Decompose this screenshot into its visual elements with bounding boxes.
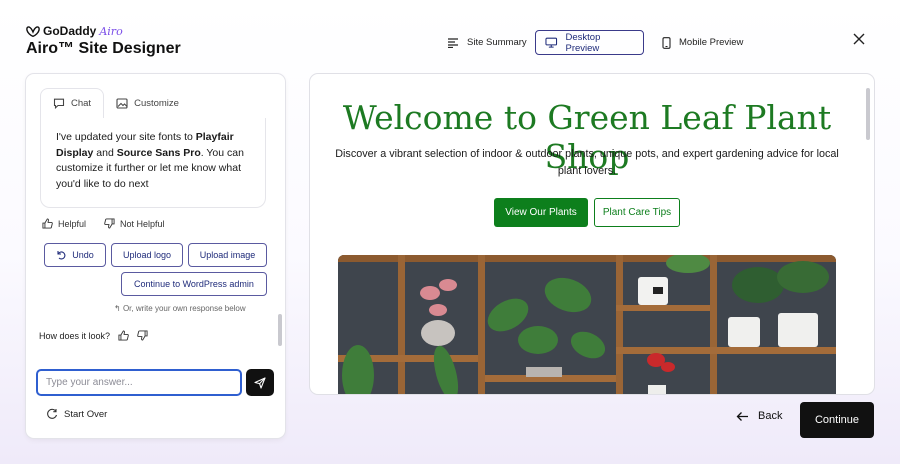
thumbs-up-icon <box>42 218 53 229</box>
refresh-icon <box>47 408 58 419</box>
hint-label: Or, write your own response below <box>122 304 246 313</box>
chat-tabs: Chat Customize <box>40 88 191 118</box>
hero-plant-shelf-image <box>338 255 836 394</box>
continue-wordpress-label: Continue to WordPress admin <box>134 279 254 289</box>
preview-scrollbar[interactable] <box>866 88 870 140</box>
godaddy-airo-logo: GoDaddy Airo <box>26 24 123 38</box>
rating-row: How does it look? <box>39 330 148 341</box>
continue-wordpress-button[interactable]: Continue to WordPress admin <box>121 272 267 296</box>
thumbs-down-icon[interactable] <box>137 330 148 341</box>
tab-customize[interactable]: Customize <box>104 88 191 118</box>
monitor-icon <box>545 37 558 48</box>
brand-product: Airo <box>99 24 123 38</box>
undo-icon <box>57 251 66 260</box>
godaddy-logo-icon <box>26 25 40 37</box>
brand-name: GoDaddy <box>43 24 97 38</box>
tab-chat-label: Chat <box>71 98 92 109</box>
send-button[interactable] <box>246 369 274 396</box>
close-icon <box>853 33 865 45</box>
back-label: Back <box>758 410 783 422</box>
arrow-left-icon <box>736 411 748 421</box>
upload-logo-label: Upload logo <box>122 250 172 260</box>
upload-image-label: Upload image <box>199 250 256 260</box>
desktop-preview-button[interactable]: Desktop Preview <box>535 30 644 55</box>
site-summary-label: Site Summary <box>467 37 527 48</box>
helpful-button[interactable]: Helpful <box>42 218 86 229</box>
chat-scrollbar[interactable] <box>278 314 282 346</box>
feedback-row: Helpful Not Helpful <box>42 218 165 229</box>
font-name-2: Source Sans Pro <box>116 146 201 159</box>
site-summary-button[interactable]: Site Summary <box>438 30 536 55</box>
tab-customize-label: Customize <box>134 97 179 109</box>
list-icon <box>448 37 458 48</box>
back-button[interactable]: Back <box>736 410 782 422</box>
thumbs-up-icon[interactable] <box>118 330 129 341</box>
thumbs-down-icon <box>104 218 115 229</box>
desktop-preview-frame: Welcome to Green Leaf Plant Shop Discove… <box>310 74 874 394</box>
message-text: and <box>93 146 117 159</box>
start-over-label: Start Over <box>64 408 108 420</box>
chat-bubble-icon <box>53 98 65 109</box>
helpful-label: Helpful <box>58 218 87 229</box>
start-over-button[interactable]: Start Over <box>46 408 107 420</box>
look-question: How does it look? <box>39 330 111 341</box>
not-helpful-label: Not Helpful <box>120 218 165 229</box>
mobile-preview-label: Mobile Preview <box>679 37 744 48</box>
mobile-preview-button[interactable]: Mobile Preview <box>653 30 752 55</box>
site-hero-subtitle: Discover a vibrant selection of indoor &… <box>335 148 839 177</box>
chat-panel: Chat Customize I've updated your site fo… <box>26 74 285 438</box>
continue-button[interactable]: Continue <box>800 402 874 438</box>
undo-button[interactable]: Undo <box>44 243 106 267</box>
close-button[interactable] <box>849 29 869 49</box>
answer-input[interactable] <box>36 369 242 396</box>
app-title: Airo™ Site Designer <box>26 40 181 57</box>
tab-chat[interactable]: Chat <box>40 88 105 118</box>
upload-logo-button[interactable]: Upload logo <box>111 243 183 267</box>
write-response-hint: ↰ Or, write your own response below <box>114 304 246 313</box>
image-icon <box>116 97 128 109</box>
not-helpful-button[interactable]: Not Helpful <box>104 218 165 229</box>
view-plants-button[interactable]: View Our Plants <box>494 198 588 227</box>
upload-image-button[interactable]: Upload image <box>188 243 267 267</box>
assistant-message: I've updated your site fonts to Playfair… <box>40 118 266 208</box>
desktop-preview-label: Desktop Preview <box>565 31 601 54</box>
plant-care-tips-button[interactable]: Plant Care Tips <box>594 198 680 227</box>
return-arrow-icon: ↰ <box>114 304 121 313</box>
send-icon <box>254 376 266 389</box>
phone-icon <box>662 36 671 49</box>
undo-label: Undo <box>72 250 94 260</box>
message-text: I've updated your site fonts to <box>56 131 196 143</box>
